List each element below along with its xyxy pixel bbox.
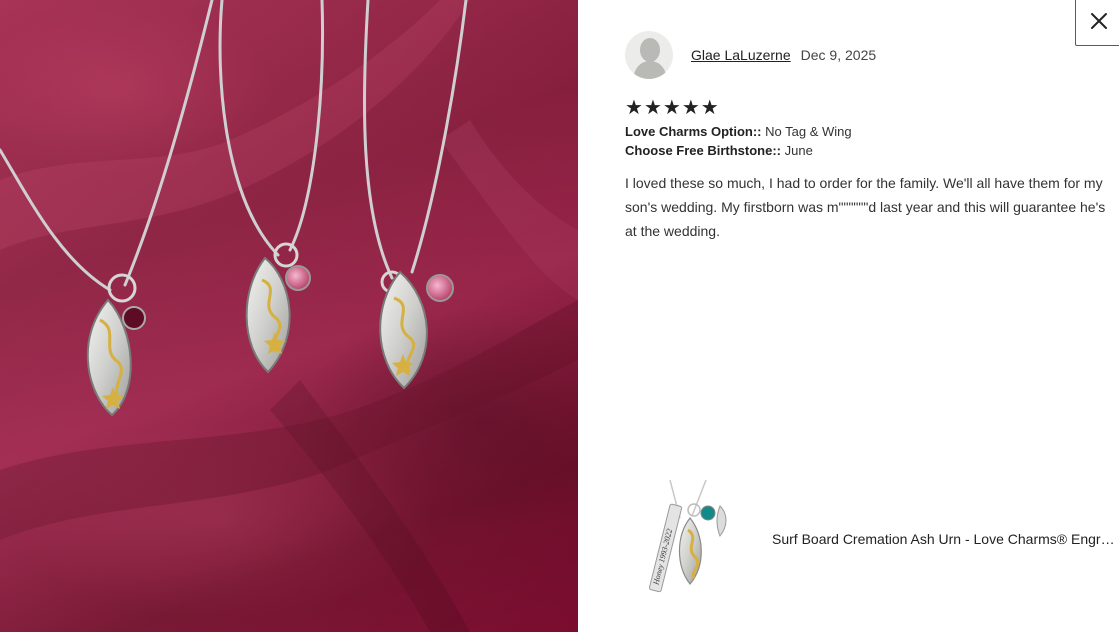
review-date: Dec 9, 2025 [800, 47, 877, 63]
product-title[interactable]: Surf Board Cremation Ash Urn - Love Char… [772, 531, 1119, 547]
close-button[interactable] [1075, 0, 1119, 46]
option-label: Choose Free Birthstone:: [625, 143, 782, 158]
star-icon: ★ [700, 97, 719, 119]
purchase-options: Love Charms Option:: No Tag & Wing Choos… [625, 122, 852, 160]
star-rating: ★ ★ ★ ★ ★ [625, 98, 719, 118]
review-text: I loved these so much, I had to order fo… [625, 175, 1106, 239]
product-image: Honey 1993-2022 [648, 479, 727, 593]
necklaces-image [0, 0, 578, 632]
close-icon [1091, 13, 1107, 29]
avatar[interactable] [625, 31, 673, 79]
star-icon: ★ [662, 97, 681, 119]
review-detail-panel: Glae LaLuzerne Dec 9, 2025 ★ ★ ★ ★ ★ Lov… [578, 0, 1119, 632]
product-link[interactable]: Honey 1993-2022 Surf Board Cremation Ash… [640, 479, 1119, 598]
option-row: Choose Free Birthstone:: June [625, 141, 852, 160]
option-value: No Tag & Wing [765, 124, 852, 139]
option-label: Love Charms Option:: [625, 124, 762, 139]
reviewer-name-link[interactable]: Glae LaLuzerne [691, 47, 791, 63]
reviewer-header: Glae LaLuzerne Dec 9, 2025 [625, 31, 876, 79]
person-silhouette-icon [633, 38, 667, 79]
star-icon: ★ [643, 97, 662, 119]
option-row: Love Charms Option:: No Tag & Wing [625, 122, 852, 141]
star-icon: ★ [625, 97, 643, 119]
review-photo [0, 0, 578, 632]
option-value: June [784, 143, 813, 158]
star-icon: ★ [681, 97, 700, 119]
product-thumbnail[interactable]: Honey 1993-2022 [640, 479, 740, 598]
